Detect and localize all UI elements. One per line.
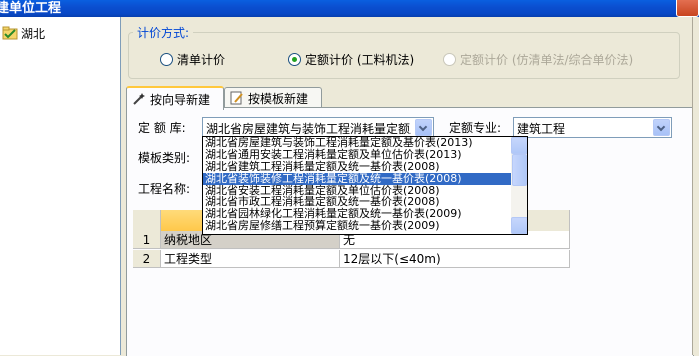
grid-corner-header	[133, 210, 161, 232]
wizard-icon	[133, 93, 145, 105]
chevron-down-icon[interactable]	[653, 119, 670, 136]
scroll-up-button[interactable]	[511, 137, 527, 154]
window-titlebar: 建单位工程	[0, 0, 699, 17]
pricing-method-title: 计价方式:	[133, 24, 194, 41]
close-button[interactable]	[676, 0, 699, 17]
radio-label: 清单计价	[177, 53, 226, 67]
dropdown-option[interactable]: 湖北省通用安装工程消耗量定额及单位估价表(2013)	[203, 148, 527, 161]
radio-list-pricing[interactable]: 清单计价	[160, 51, 225, 68]
window-right-edge	[692, 17, 699, 355]
scroll-thumb[interactable]	[512, 154, 527, 186]
tab-template[interactable]: 按模板新建	[224, 87, 322, 108]
quota-library-label: 定 额 库:	[138, 121, 186, 135]
quota-specialty-value: 建筑工程	[517, 122, 566, 136]
grid-row-number: 2	[133, 250, 161, 268]
tab-wizard[interactable]: 按向导新建	[126, 86, 224, 110]
folder-check-icon	[2, 26, 18, 40]
tab-label: 按模板新建	[248, 91, 309, 106]
quota-library-combo[interactable]: 湖北省房屋建筑与装饰工程消耗量定额及	[202, 117, 434, 138]
dropdown-option[interactable]: 湖北省房屋修缮工程预算定额统一基价表(2009)	[203, 220, 527, 232]
radio-label: 定额计价 (工料机法)	[305, 53, 415, 67]
quota-specialty-label: 定额专业:	[449, 121, 502, 135]
quota-library-value: 湖北省房屋建筑与装饰工程消耗量定额及	[206, 122, 411, 136]
project-name-label: 工程名称:	[138, 182, 191, 196]
grid-row-number: 1	[133, 231, 161, 249]
radio-quota-labor-material[interactable]: 定额计价 (工料机法)	[288, 51, 414, 68]
template-type-label: 模板类别:	[138, 151, 191, 165]
radio-button-icon	[288, 53, 301, 66]
grid-cell-value[interactable]: 12层以下(≤40m)	[340, 250, 570, 268]
region-tree[interactable]: 湖北	[0, 17, 121, 355]
scroll-down-button[interactable]	[511, 217, 527, 234]
template-edit-icon	[230, 91, 243, 105]
dropdown-option-selected[interactable]: 湖北省装饰装修工程消耗量定额及统一基价表(2008)	[203, 172, 527, 185]
window-title: 建单位工程	[0, 1, 62, 16]
quota-specialty-combo[interactable]: 建筑工程	[513, 117, 672, 138]
tree-item-hubei[interactable]: 湖北	[2, 24, 45, 42]
radio-button-icon	[443, 53, 456, 66]
dropdown-option[interactable]: 湖北省建筑工程消耗量定额及统一基价表(2008)	[203, 160, 527, 173]
radio-label: 定额计价 (仿清单法/综合单价法)	[460, 53, 634, 67]
radio-button-icon	[160, 53, 173, 66]
tab-label: 按向导新建	[150, 92, 211, 107]
grid-cell-label[interactable]: 工程类型	[161, 250, 340, 268]
chevron-down-icon[interactable]	[415, 119, 432, 136]
tree-item-label: 湖北	[21, 26, 46, 41]
quota-library-dropdown[interactable]: 湖北省房屋建筑与装饰工程消耗量定额及基价表(2013) 湖北省通用安装工程消耗量…	[202, 136, 528, 235]
dropdown-scrollbar[interactable]	[511, 137, 527, 234]
radio-quota-imitation-list: 定额计价 (仿清单法/综合单价法)	[443, 51, 633, 68]
